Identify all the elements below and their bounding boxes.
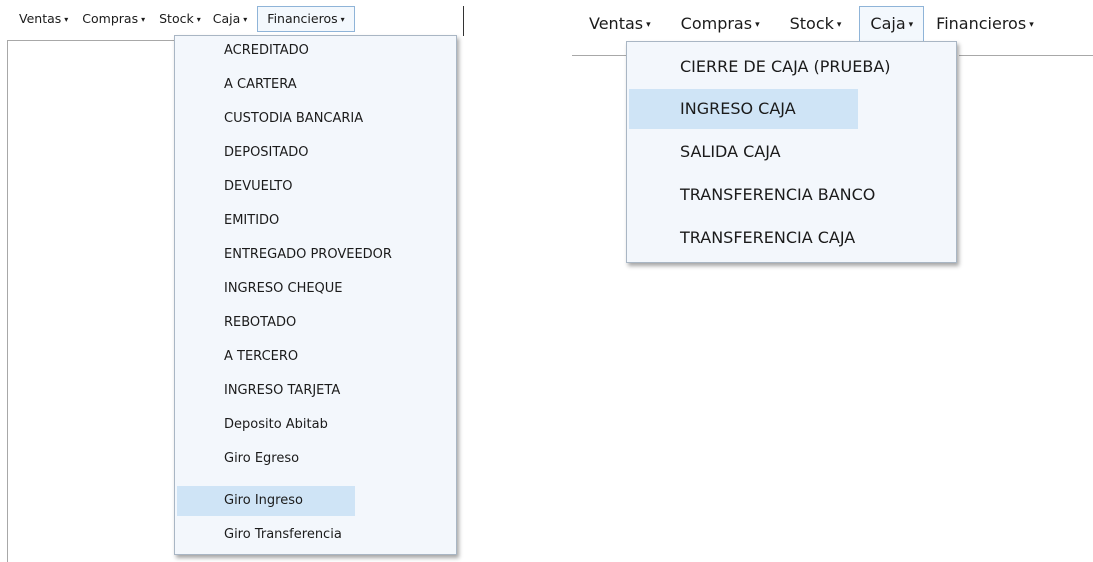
menu-label: Stock: [789, 14, 834, 33]
menu-item-entregado-proveedor[interactable]: ENTREGADO PROVEEDOR: [175, 240, 456, 270]
menubar: Ventas ▾ Compras ▾ Stock ▾ Caja ▾ Financiero…: [0, 4, 355, 34]
menu-item-deposito-abitab[interactable]: Deposito Abitab: [175, 410, 456, 440]
chevron-down-icon: ▾: [1029, 20, 1034, 30]
menu-item-transferencia-banco[interactable]: TRANSFERENCIA BANCO: [627, 175, 956, 215]
menu-label: Ventas: [589, 14, 644, 33]
menu-item-transferencia-caja[interactable]: TRANSFERENCIA CAJA: [627, 218, 956, 258]
menu-label: Compras: [680, 14, 753, 33]
menu-item-a-tercero[interactable]: A TERCERO: [175, 342, 456, 372]
chevron-down-icon: ▾: [755, 20, 760, 30]
menu-label: Caja: [870, 14, 906, 33]
content-area-border: [959, 55, 1093, 56]
menu-label: Financieros: [267, 11, 338, 26]
chevron-down-icon: ▾: [64, 15, 69, 24]
menu-item-a-cartera[interactable]: A CARTERA: [175, 70, 456, 100]
chevron-down-icon: ▾: [340, 15, 345, 24]
menubar: Ventas ▾ Compras ▾ Stock ▾ Caja ▾ Financiero…: [572, 4, 1034, 44]
menu-label: Caja: [212, 11, 241, 26]
menu-item-emitido[interactable]: EMITIDO: [175, 206, 456, 236]
menu-caja[interactable]: Caja ▾: [859, 6, 925, 42]
menu-item-custodia-bancaria[interactable]: CUSTODIA BANCARIA: [175, 104, 456, 134]
menu-label: Ventas: [19, 11, 62, 26]
menu-item-cierre-de-caja-prueba[interactable]: CIERRE DE CAJA (PRUEBA): [627, 47, 956, 87]
menu-item-giro-transferencia[interactable]: Giro Transferencia: [175, 520, 456, 550]
menu-item-giro-ingreso[interactable]: Giro Ingreso: [177, 486, 355, 516]
menu-item-rebotado[interactable]: REBOTADO: [175, 308, 456, 338]
menu-stock[interactable]: Stock ▾: [153, 6, 207, 32]
chevron-down-icon: ▾: [836, 20, 842, 30]
menu-label: Compras: [82, 11, 139, 26]
menu-caja[interactable]: Caja ▾: [207, 6, 254, 32]
chevron-down-icon: ▾: [141, 15, 146, 24]
menu-item-depositado[interactable]: DEPOSITADO: [175, 138, 456, 168]
chevron-down-icon: ▾: [196, 15, 201, 24]
content-area-border: [7, 40, 175, 41]
menu-label: Stock: [159, 11, 194, 26]
menu-item-acreditado[interactable]: ACREDITADO: [175, 36, 456, 66]
left-screenshot-panel: Ventas ▾ Compras ▾ Stock ▾ Caja ▾ Financiero…: [0, 0, 470, 562]
menu-item-devuelto[interactable]: DEVUELTO: [175, 172, 456, 202]
menu-item-salida-caja[interactable]: SALIDA CAJA: [627, 132, 956, 172]
content-area-border: [572, 55, 626, 56]
caja-dropdown-menu: CIERRE DE CAJA (PRUEBA) INGRESO CAJA SAL…: [626, 41, 957, 263]
menu-item-giro-egreso[interactable]: Giro Egreso: [175, 444, 456, 474]
menu-financieros[interactable]: Financieros ▾: [257, 6, 355, 32]
menu-item-ingreso-tarjeta[interactable]: INGRESO TARJETA: [175, 376, 456, 406]
menu-compras[interactable]: Compras ▾: [681, 6, 760, 42]
menu-item-ingreso-cheque[interactable]: INGRESO CHEQUE: [175, 274, 456, 304]
menu-item-ingreso-caja[interactable]: INGRESO CAJA: [629, 89, 858, 129]
chevron-down-icon: ▾: [243, 15, 248, 24]
menu-ventas[interactable]: Ventas ▾: [13, 6, 74, 32]
menu-ventas[interactable]: Ventas ▾: [589, 6, 651, 42]
menu-stock[interactable]: Stock ▾: [790, 6, 842, 42]
right-screenshot-panel: Ventas ▾ Compras ▾ Stock ▾ Caja ▾ Financiero…: [572, 0, 1093, 300]
menu-label: Financieros: [936, 14, 1027, 33]
chevron-down-icon: ▾: [646, 20, 651, 30]
menu-financieros[interactable]: Financieros ▾: [936, 6, 1034, 42]
menu-compras[interactable]: Compras ▾: [76, 6, 151, 32]
financieros-dropdown-menu: ACREDITADO A CARTERA CUSTODIA BANCARIA D…: [174, 35, 457, 555]
chevron-down-icon: ▾: [908, 20, 914, 30]
text-cursor: [463, 6, 464, 36]
content-area-border: [7, 40, 8, 562]
